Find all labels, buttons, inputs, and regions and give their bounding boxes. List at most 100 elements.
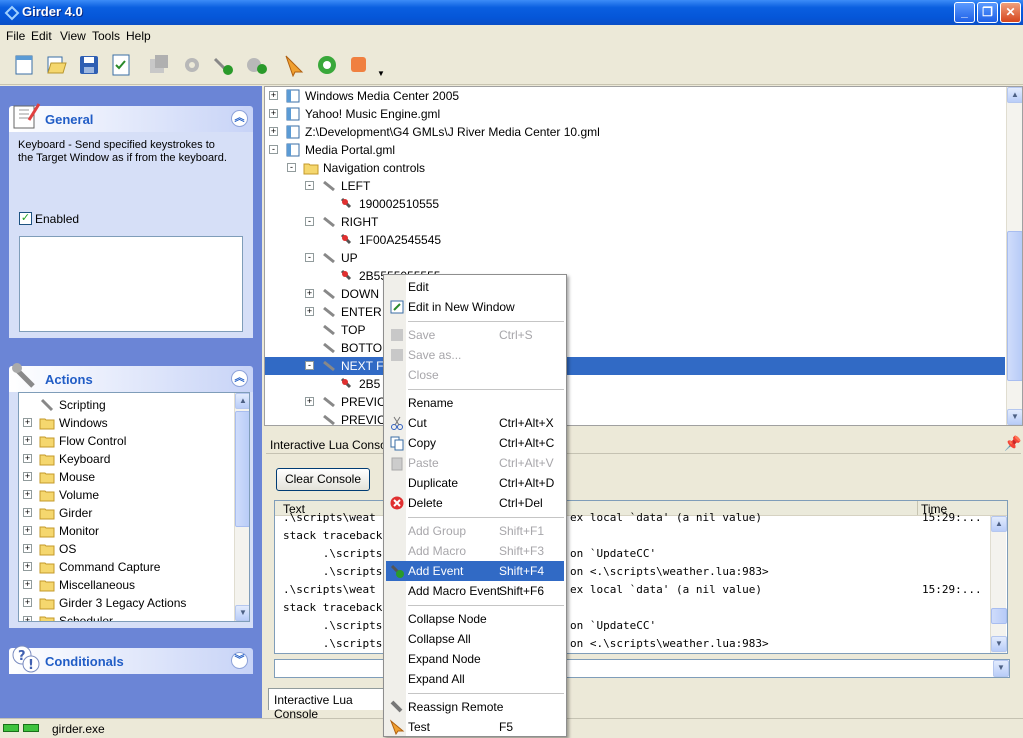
toolbar-dropdown-icon[interactable]: ▼ bbox=[377, 69, 385, 78]
save-icon[interactable] bbox=[77, 53, 101, 77]
expand-toggle-icon[interactable]: + bbox=[23, 472, 32, 481]
scroll-down-button[interactable]: ▼ bbox=[1007, 409, 1022, 425]
actions-tree-item[interactable]: + Scheduler bbox=[19, 612, 233, 621]
group-icon[interactable] bbox=[147, 53, 171, 77]
enabled-checkbox[interactable]: ✓ bbox=[19, 212, 32, 225]
menu-item-collapse-all[interactable]: Collapse All bbox=[386, 629, 564, 649]
tree-node[interactable]: 2B5555055555 bbox=[265, 267, 1005, 285]
menu-tools[interactable]: Tools bbox=[92, 29, 120, 43]
actions-tree-item[interactable]: + Command Capture bbox=[19, 558, 233, 576]
menu-item-copy[interactable]: Copy Ctrl+Alt+C bbox=[386, 433, 564, 453]
add-event-toolbar-icon[interactable] bbox=[212, 53, 236, 77]
expand-toggle-icon[interactable]: - bbox=[305, 181, 314, 190]
menu-help[interactable]: Help bbox=[126, 29, 151, 43]
open-icon[interactable] bbox=[45, 53, 69, 77]
expand-toggle-icon[interactable]: + bbox=[23, 418, 32, 427]
tree-node[interactable]: + Windows Media Center 2005 bbox=[265, 87, 1005, 105]
tree-node[interactable]: PREVIC bbox=[265, 411, 1005, 425]
pin-icon[interactable]: 📌 bbox=[1004, 435, 1021, 452]
menu-item-add-macro[interactable]: Add Macro Shift+F3 bbox=[386, 541, 564, 561]
menu-item-edit[interactable]: Edit bbox=[386, 277, 564, 297]
input-dropdown-icon[interactable]: ▼ bbox=[993, 660, 1009, 677]
tree-node[interactable]: - NEXT F bbox=[265, 357, 1005, 375]
actions-tree[interactable]: ▲ ▼ Scripting + Windows + Flow Control + Keybo… bbox=[18, 392, 250, 622]
general-panel-header[interactable]: General ︽ bbox=[9, 103, 253, 132]
expand-chevron-icon[interactable]: ︾ bbox=[231, 652, 248, 669]
scroll-down-button[interactable]: ▼ bbox=[991, 636, 1007, 652]
expand-toggle-icon[interactable]: - bbox=[269, 145, 278, 154]
menu-item-collapse-node[interactable]: Collapse Node bbox=[386, 609, 564, 629]
scroll-thumb[interactable] bbox=[1007, 231, 1022, 381]
scroll-up-button[interactable]: ▲ bbox=[991, 516, 1007, 532]
collapse-chevron-icon[interactable]: ︽ bbox=[231, 370, 248, 387]
actions-tree-item[interactable]: + Volume bbox=[19, 486, 233, 504]
actions-panel-header[interactable]: Actions ︽ bbox=[9, 363, 253, 392]
macro-gear-icon[interactable] bbox=[180, 53, 204, 77]
actions-tree-item[interactable]: + Flow Control bbox=[19, 432, 233, 450]
actions-tree-item[interactable]: + Girder 3 Legacy Actions bbox=[19, 594, 233, 612]
tree-node[interactable]: BOTTO bbox=[265, 339, 1005, 357]
actions-tree-item[interactable]: + OS bbox=[19, 540, 233, 558]
menu-item-cut[interactable]: Cut Ctrl+Alt+X bbox=[386, 413, 564, 433]
expand-toggle-icon[interactable]: + bbox=[23, 616, 32, 621]
scroll-thumb[interactable] bbox=[991, 608, 1007, 624]
menu-item-add-macro-event[interactable]: Add Macro Event Shift+F6 bbox=[386, 581, 564, 601]
menu-item-edit-in-new-window[interactable]: Edit in New Window bbox=[386, 297, 564, 317]
menu-item-save-as[interactable]: Save as... bbox=[386, 345, 564, 365]
menu-item-add-event[interactable]: Add Event Shift+F4 bbox=[386, 561, 564, 581]
actions-tree-item[interactable]: + Girder bbox=[19, 504, 233, 522]
actions-tree-item[interactable]: Scripting bbox=[19, 396, 233, 414]
console-tab[interactable]: Interactive Lua Console bbox=[268, 688, 388, 721]
properties-icon[interactable] bbox=[109, 53, 133, 77]
menu-item-expand-node[interactable]: Expand Node bbox=[386, 649, 564, 669]
tree-node[interactable]: + Yahoo! Music Engine.gml bbox=[265, 105, 1005, 123]
refresh-icon[interactable] bbox=[315, 53, 339, 77]
expand-toggle-icon[interactable]: + bbox=[305, 307, 314, 316]
menu-edit[interactable]: Edit bbox=[31, 29, 52, 43]
conditionals-panel-header[interactable]: ?! Conditionals ︾ bbox=[9, 645, 253, 674]
menu-view[interactable]: View bbox=[60, 29, 86, 43]
expand-toggle-icon[interactable]: + bbox=[269, 127, 278, 136]
expand-toggle-icon[interactable]: + bbox=[269, 109, 278, 118]
expand-toggle-icon[interactable]: - bbox=[305, 253, 314, 262]
tree-node[interactable]: 190002510555 bbox=[265, 195, 1005, 213]
menu-file[interactable]: File bbox=[6, 29, 25, 43]
expand-toggle-icon[interactable]: + bbox=[23, 454, 32, 463]
menu-item-reassign-remote[interactable]: Reassign Remote bbox=[386, 697, 564, 717]
console-scrollbar[interactable]: ▲ ▼ bbox=[990, 516, 1007, 653]
menu-item-rename[interactable]: Rename bbox=[386, 393, 564, 413]
menu-item-test[interactable]: Test F5 bbox=[386, 717, 564, 737]
menu-item-close[interactable]: Close bbox=[386, 365, 564, 385]
trigger-arrow-icon[interactable] bbox=[283, 53, 307, 77]
expand-toggle-icon[interactable]: + bbox=[23, 508, 32, 517]
tree-node[interactable]: TOP bbox=[265, 321, 1005, 339]
expand-toggle-icon[interactable]: + bbox=[23, 490, 32, 499]
settings-gear-icon[interactable] bbox=[244, 53, 268, 77]
expand-toggle-icon[interactable]: + bbox=[269, 91, 278, 100]
close-button[interactable]: ✕ bbox=[1000, 2, 1021, 23]
expand-toggle-icon[interactable]: + bbox=[305, 397, 314, 406]
actions-tree-item[interactable]: + Mouse bbox=[19, 468, 233, 486]
tree-node[interactable]: + PREVIC bbox=[265, 393, 1005, 411]
actions-tree-item[interactable]: + Monitor bbox=[19, 522, 233, 540]
expand-toggle-icon[interactable]: + bbox=[23, 544, 32, 553]
expand-toggle-icon[interactable]: + bbox=[23, 598, 32, 607]
scroll-down-button[interactable]: ▼ bbox=[235, 605, 249, 621]
configuration-tree[interactable]: ▲ ▼ + Windows Media Center 2005 + Yahoo! Mu… bbox=[264, 86, 1023, 426]
menu-item-duplicate[interactable]: Duplicate Ctrl+Alt+D bbox=[386, 473, 564, 493]
actions-tree-item[interactable]: + Keyboard bbox=[19, 450, 233, 468]
tree-node[interactable]: 1F00A2545545 bbox=[265, 231, 1005, 249]
scroll-thumb[interactable] bbox=[235, 411, 249, 527]
tree-node[interactable]: + ENTER bbox=[265, 303, 1005, 321]
action-settings-box[interactable] bbox=[19, 236, 243, 332]
tree-node[interactable]: + DOWN bbox=[265, 285, 1005, 303]
tree-node[interactable]: + Z:\Development\G4 GMLs\J River Media Ce… bbox=[265, 123, 1005, 141]
menu-item-expand-all[interactable]: Expand All bbox=[386, 669, 564, 689]
scroll-up-button[interactable]: ▲ bbox=[1007, 87, 1022, 103]
menu-item-delete[interactable]: Delete Ctrl+Del bbox=[386, 493, 564, 513]
tree-node[interactable]: - Navigation controls bbox=[265, 159, 1005, 177]
expand-toggle-icon[interactable]: - bbox=[305, 361, 314, 370]
expand-toggle-icon[interactable]: + bbox=[23, 436, 32, 445]
expand-toggle-icon[interactable]: - bbox=[287, 163, 296, 172]
actions-tree-item[interactable]: + Miscellaneous bbox=[19, 576, 233, 594]
